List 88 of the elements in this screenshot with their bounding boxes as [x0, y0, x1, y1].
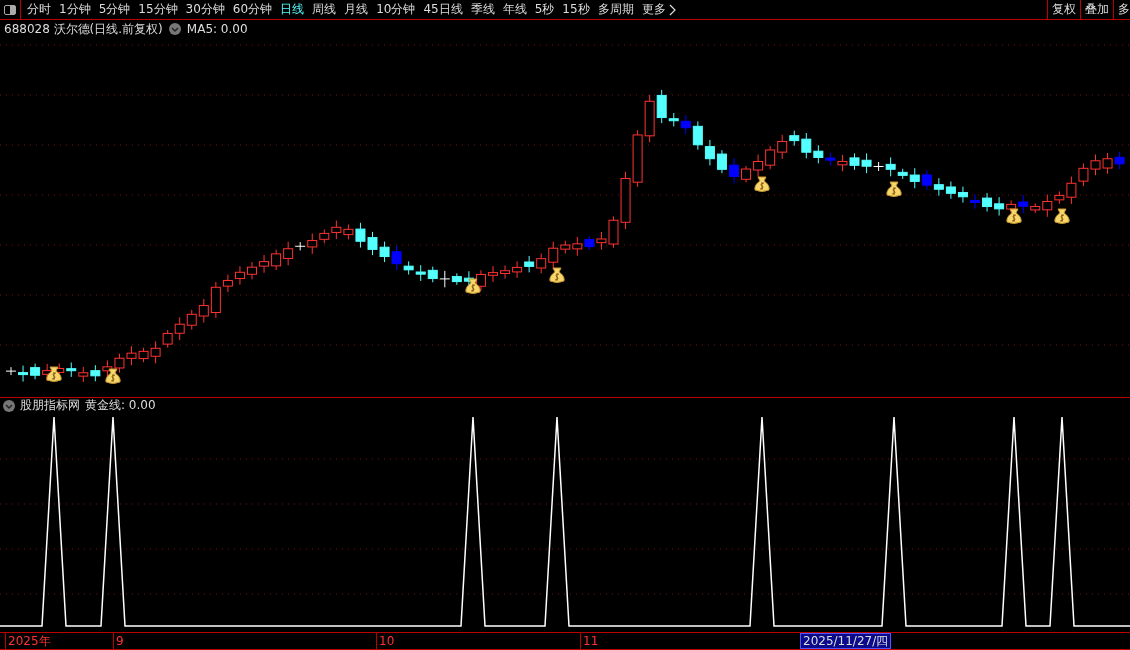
money-bag-icon [1054, 208, 1070, 224]
candlestick [849, 152, 860, 171]
money-bag-icon [1006, 208, 1022, 224]
candlestick [259, 254, 270, 274]
candlestick [367, 231, 378, 256]
candlestick [813, 144, 824, 164]
candlestick [729, 157, 739, 184]
axis-label: 9 [113, 633, 124, 649]
candlestick [379, 241, 390, 263]
candlestick [716, 149, 727, 174]
period-tab[interactable]: 月线 [344, 1, 369, 18]
indicator-name: 股朋指标网 [20, 397, 80, 414]
period-tab[interactable]: 10分钟 [376, 1, 416, 18]
period-tab[interactable]: 1分钟 [59, 1, 91, 18]
candlestick [78, 366, 89, 383]
candlestick [825, 152, 836, 166]
candlestick [1090, 154, 1101, 176]
candlestick [704, 139, 715, 166]
period-tab[interactable]: 5秒 [534, 1, 555, 18]
candlestick [765, 145, 776, 170]
dropdown-icon[interactable] [3, 399, 15, 412]
candlestick [247, 261, 257, 280]
money-bag-icon [754, 176, 770, 192]
candlestick [439, 270, 451, 288]
candlestick [427, 266, 438, 283]
period-tab[interactable]: 季线 [470, 1, 495, 18]
candlestick [1114, 151, 1125, 170]
period-tab[interactable]: 45日线 [423, 1, 463, 18]
toolbar-button[interactable]: 多 [1113, 0, 1130, 19]
candlestick [584, 235, 595, 251]
candlestick [234, 265, 245, 286]
period-tab[interactable]: 周线 [312, 1, 337, 18]
candlestick [500, 265, 511, 280]
period-tab[interactable]: 5分钟 [98, 1, 131, 18]
more-tab[interactable]: 更多 [641, 1, 677, 18]
candlestick [982, 192, 993, 213]
dropdown-icon[interactable] [168, 23, 181, 35]
indicator-value: 黄金线: 0.00 [85, 397, 156, 414]
money-bag-icon [465, 278, 481, 294]
axis-label: 2025年 [5, 633, 51, 649]
candlestick [114, 353, 125, 374]
candlestick [945, 181, 956, 200]
candlestick [475, 269, 486, 292]
candlestick [186, 309, 197, 331]
candlestick [162, 329, 173, 349]
candlestick [753, 154, 764, 178]
chart-title: 688028 沃尔德(日线.前复权) [4, 20, 163, 38]
candlestick [126, 345, 137, 366]
money-bag-icon [105, 368, 121, 384]
candlestick [66, 362, 77, 378]
candlestick [488, 265, 498, 283]
candlestick [933, 177, 944, 197]
candlestick [415, 264, 426, 282]
candlestick [632, 129, 643, 188]
money-bag-icon [46, 366, 62, 382]
period-tab[interactable]: 年线 [502, 1, 527, 18]
candlestick [837, 154, 848, 172]
axis-label: 10 [376, 633, 395, 649]
candlestick [957, 186, 968, 204]
candlestick [271, 249, 282, 271]
candlestick [536, 252, 547, 274]
axis-label: 11 [580, 633, 599, 649]
period-tab[interactable]: 15秒 [562, 1, 590, 18]
period-tab[interactable]: 60分钟 [232, 1, 273, 18]
period-tab[interactable]: 多周期 [597, 1, 634, 18]
candlestick [512, 260, 523, 279]
candlestick [741, 165, 752, 183]
candlestick [174, 316, 185, 341]
candlestick [644, 94, 655, 143]
indicator-value: MA5: 0.00 [186, 22, 248, 36]
candlestick [994, 196, 1005, 217]
period-tab[interactable]: 日线 [280, 1, 305, 18]
candlestick [331, 220, 342, 240]
candlestick [451, 272, 462, 286]
chevron-right-icon [668, 3, 677, 16]
candlestick [90, 364, 101, 382]
candlestick [1078, 162, 1089, 187]
period-tab[interactable]: 15分钟 [138, 1, 178, 18]
period-tab[interactable]: 分时 [27, 1, 51, 18]
cursor-date-label: 2025/11/27/四 [800, 633, 892, 649]
candlestick [921, 169, 932, 191]
candlestick [524, 255, 535, 273]
candlestick [30, 363, 41, 380]
candlestick [1102, 152, 1113, 175]
period-tab[interactable]: 30分钟 [185, 1, 225, 18]
money-bag-icon [886, 181, 902, 197]
money-bag-icon [549, 267, 565, 283]
candlestick [970, 193, 980, 210]
